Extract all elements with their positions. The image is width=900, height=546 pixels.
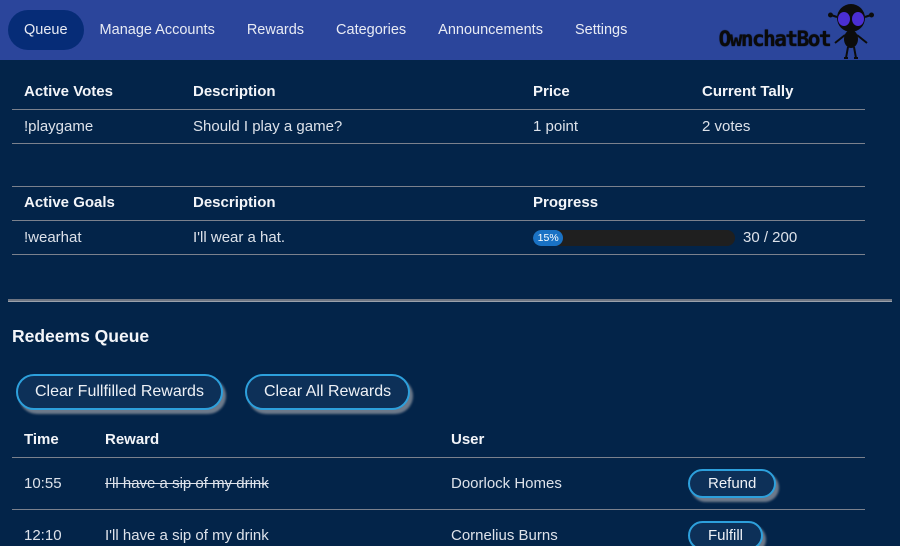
redeem-time: 10:55 [12,458,93,510]
redeems-queue-title: Redeems Queue [12,326,900,347]
brand-logo-text: OwnchatBot [719,27,830,51]
clear-all-rewards-button[interactable]: Clear All Rewards [245,374,410,410]
section-divider [8,299,892,302]
refund-button[interactable]: Refund [688,469,776,498]
redeems-header-row: Time Reward User [12,424,865,458]
table-row: !playgame Should I play a game? 1 point … [12,110,865,144]
redeem-reward: I'll have a sip of my drink [105,527,269,544]
col-header-active-votes: Active Votes [12,76,181,110]
col-header-price: Price [521,76,690,110]
col-header-reward: Reward [93,424,439,458]
progress-bar-fill: 15% [533,230,563,246]
redeem-user: Cornelius Burns [439,510,676,546]
vote-price: 1 point [521,110,690,144]
active-goals-table: Active Goals Description Progress !wearh… [12,186,865,255]
col-header-description: Description [181,76,521,110]
redeem-time: 12:10 [12,510,93,546]
redeem-user: Doorlock Homes [439,458,676,510]
top-navbar: Queue Manage Accounts Rewards Categories… [0,0,900,60]
active-votes-header-row: Active Votes Description Price Current T… [12,76,865,110]
goal-command: !wearhat [12,221,181,255]
brand-logo: OwnchatBot [719,0,878,60]
nav-tab-queue[interactable]: Queue [8,10,84,50]
active-goals-header-row: Active Goals Description Progress [12,187,865,221]
page-content: Active Votes Description Price Current T… [0,60,900,546]
nav-tab-settings[interactable]: Settings [559,10,643,50]
redeem-reward: I'll have a sip of my drink [105,475,269,492]
col-header-active-goals: Active Goals [12,187,181,221]
redeems-queue-table: Time Reward User 10:55 I'll have a sip o… [12,424,865,546]
col-header-action [676,424,865,458]
nav-tab-manage-accounts[interactable]: Manage Accounts [84,10,231,50]
table-row: 10:55 I'll have a sip of my drink Doorlo… [12,458,865,510]
col-header-description: Description [181,187,521,221]
nav-tab-categories[interactable]: Categories [320,10,422,50]
fulfill-button[interactable]: Fulfill [688,521,763,546]
vote-command: !playgame [12,110,181,144]
progress-bar-track: 15% [533,230,735,246]
vote-description: Should I play a game? [181,110,521,144]
clear-fulfilled-rewards-button[interactable]: Clear Fullfilled Rewards [16,374,223,410]
nav-tab-rewards[interactable]: Rewards [231,10,320,50]
table-row: 12:10 I'll have a sip of my drink Cornel… [12,510,865,546]
col-header-progress: Progress [521,187,865,221]
col-header-user: User [439,424,676,458]
progress-count: 30 / 200 [743,229,797,246]
col-header-time: Time [12,424,93,458]
robot-mascot-icon [824,2,878,60]
active-votes-table: Active Votes Description Price Current T… [12,76,865,144]
goal-description: I'll wear a hat. [181,221,521,255]
redeems-actions: Clear Fullfilled Rewards Clear All Rewar… [16,374,900,410]
table-row: !wearhat I'll wear a hat. 15% 30 / 200 [12,221,865,255]
goal-progress: 15% 30 / 200 [533,229,853,246]
vote-tally: 2 votes [690,110,865,144]
col-header-current-tally: Current Tally [690,76,865,110]
nav-tab-announcements[interactable]: Announcements [422,10,559,50]
